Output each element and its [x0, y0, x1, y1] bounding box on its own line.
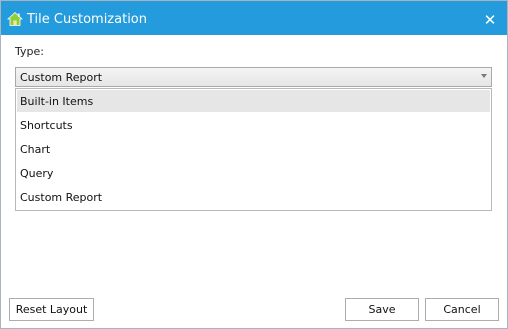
title-bar: Tile Customization ✕: [1, 1, 507, 35]
type-label: Type:: [15, 45, 44, 58]
type-select-value: Custom Report: [20, 71, 103, 84]
close-icon[interactable]: ✕: [479, 9, 501, 31]
type-dropdown-list: Built-in Items Shortcuts Chart Query Cus…: [15, 88, 492, 211]
dropdown-option-chart[interactable]: Chart: [17, 138, 490, 160]
type-select[interactable]: Custom Report: [15, 67, 492, 87]
cancel-button[interactable]: Cancel: [425, 298, 499, 321]
tile-customization-dialog: Tile Customization ✕ Type: Custom Report…: [0, 0, 508, 329]
window-title: Tile Customization: [27, 12, 148, 27]
save-button[interactable]: Save: [345, 298, 419, 321]
reset-layout-button[interactable]: Reset Layout: [9, 298, 94, 321]
dropdown-option-shortcuts[interactable]: Shortcuts: [17, 114, 490, 136]
dropdown-option-built-in-items[interactable]: Built-in Items: [17, 90, 490, 112]
dropdown-option-custom-report[interactable]: Custom Report: [17, 186, 490, 208]
house-icon: [6, 11, 24, 27]
dropdown-option-query[interactable]: Query: [17, 162, 490, 184]
chevron-down-icon: [481, 74, 487, 78]
